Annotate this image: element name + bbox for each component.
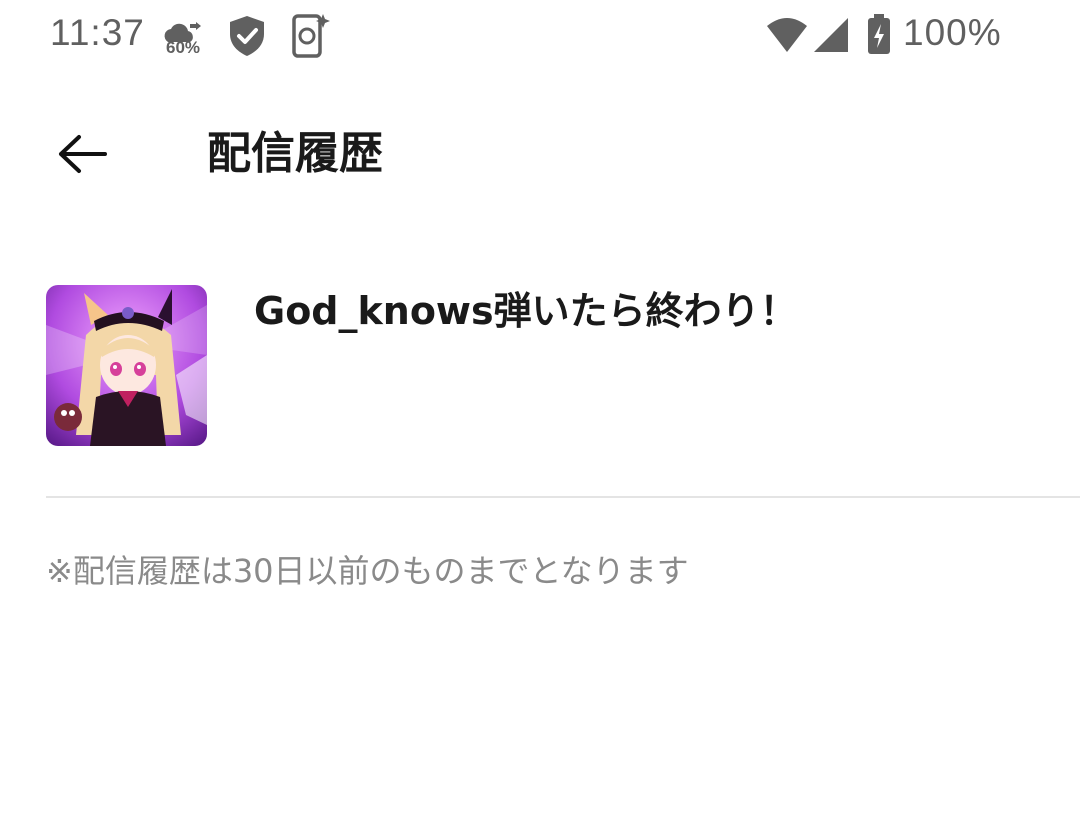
status-time: 11:37 <box>50 12 145 53</box>
wifi-icon <box>767 18 807 52</box>
history-list-item[interactable]: God_knows弾いたら終わり！ <box>0 280 1080 460</box>
history-retention-note: ※配信履歴は30日以前のものまでとなります <box>46 552 689 590</box>
weather-percent: 60% <box>166 38 201 57</box>
stream-thumbnail <box>46 285 207 446</box>
stream-title: God_knows弾いたら終わり！ <box>254 289 798 333</box>
battery-percent: 100% <box>903 12 1002 53</box>
battery-charging-icon <box>868 14 890 54</box>
page-title: 配信履歴 <box>207 128 383 179</box>
back-button[interactable] <box>50 122 114 186</box>
anime-girl-avatar-icon <box>46 285 207 446</box>
divider <box>46 496 1080 498</box>
phone-screen-icon <box>292 14 330 58</box>
cellular-signal-icon <box>814 18 848 52</box>
status-bar: 11:37 60% 100% <box>0 0 1080 72</box>
arrow-left-icon <box>59 135 107 173</box>
app-bar: 配信履歴 <box>0 100 1080 210</box>
shield-check-icon <box>230 16 264 56</box>
